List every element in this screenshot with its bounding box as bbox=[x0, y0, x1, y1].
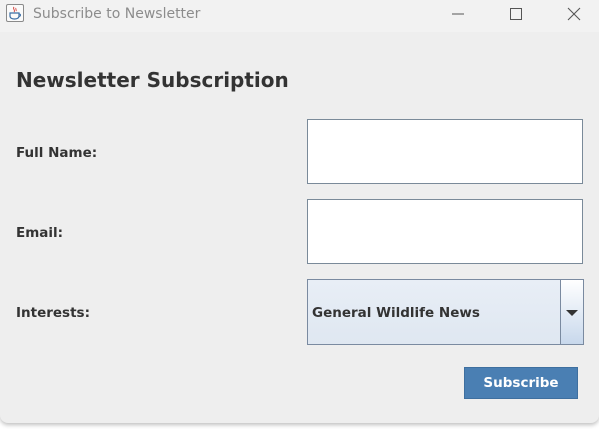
dropdown-arrow-button[interactable] bbox=[560, 280, 583, 344]
close-button[interactable] bbox=[545, 0, 599, 30]
minimize-button[interactable] bbox=[429, 0, 487, 30]
window-title: Subscribe to Newsletter bbox=[33, 6, 201, 22]
interests-label: Interests: bbox=[16, 305, 90, 321]
subscribe-button[interactable]: Subscribe bbox=[464, 367, 578, 399]
title-bar: Subscribe to Newsletter bbox=[0, 0, 599, 32]
close-icon bbox=[567, 7, 581, 21]
email-field[interactable] bbox=[307, 199, 583, 264]
maximize-button[interactable] bbox=[487, 0, 545, 30]
form-heading: Newsletter Subscription bbox=[16, 68, 289, 92]
app-window: Subscribe to Newsletter Newsletter Subsc… bbox=[0, 0, 599, 423]
interests-dropdown[interactable]: General Wildlife News bbox=[307, 279, 584, 345]
java-app-icon bbox=[6, 4, 24, 22]
interests-selected-value: General Wildlife News bbox=[312, 305, 480, 321]
minimize-icon bbox=[452, 13, 464, 15]
email-label: Email: bbox=[16, 225, 64, 241]
full-name-label: Full Name: bbox=[16, 145, 98, 161]
full-name-field[interactable] bbox=[307, 119, 583, 184]
maximize-icon bbox=[510, 8, 522, 20]
chevron-down-icon bbox=[566, 310, 578, 316]
